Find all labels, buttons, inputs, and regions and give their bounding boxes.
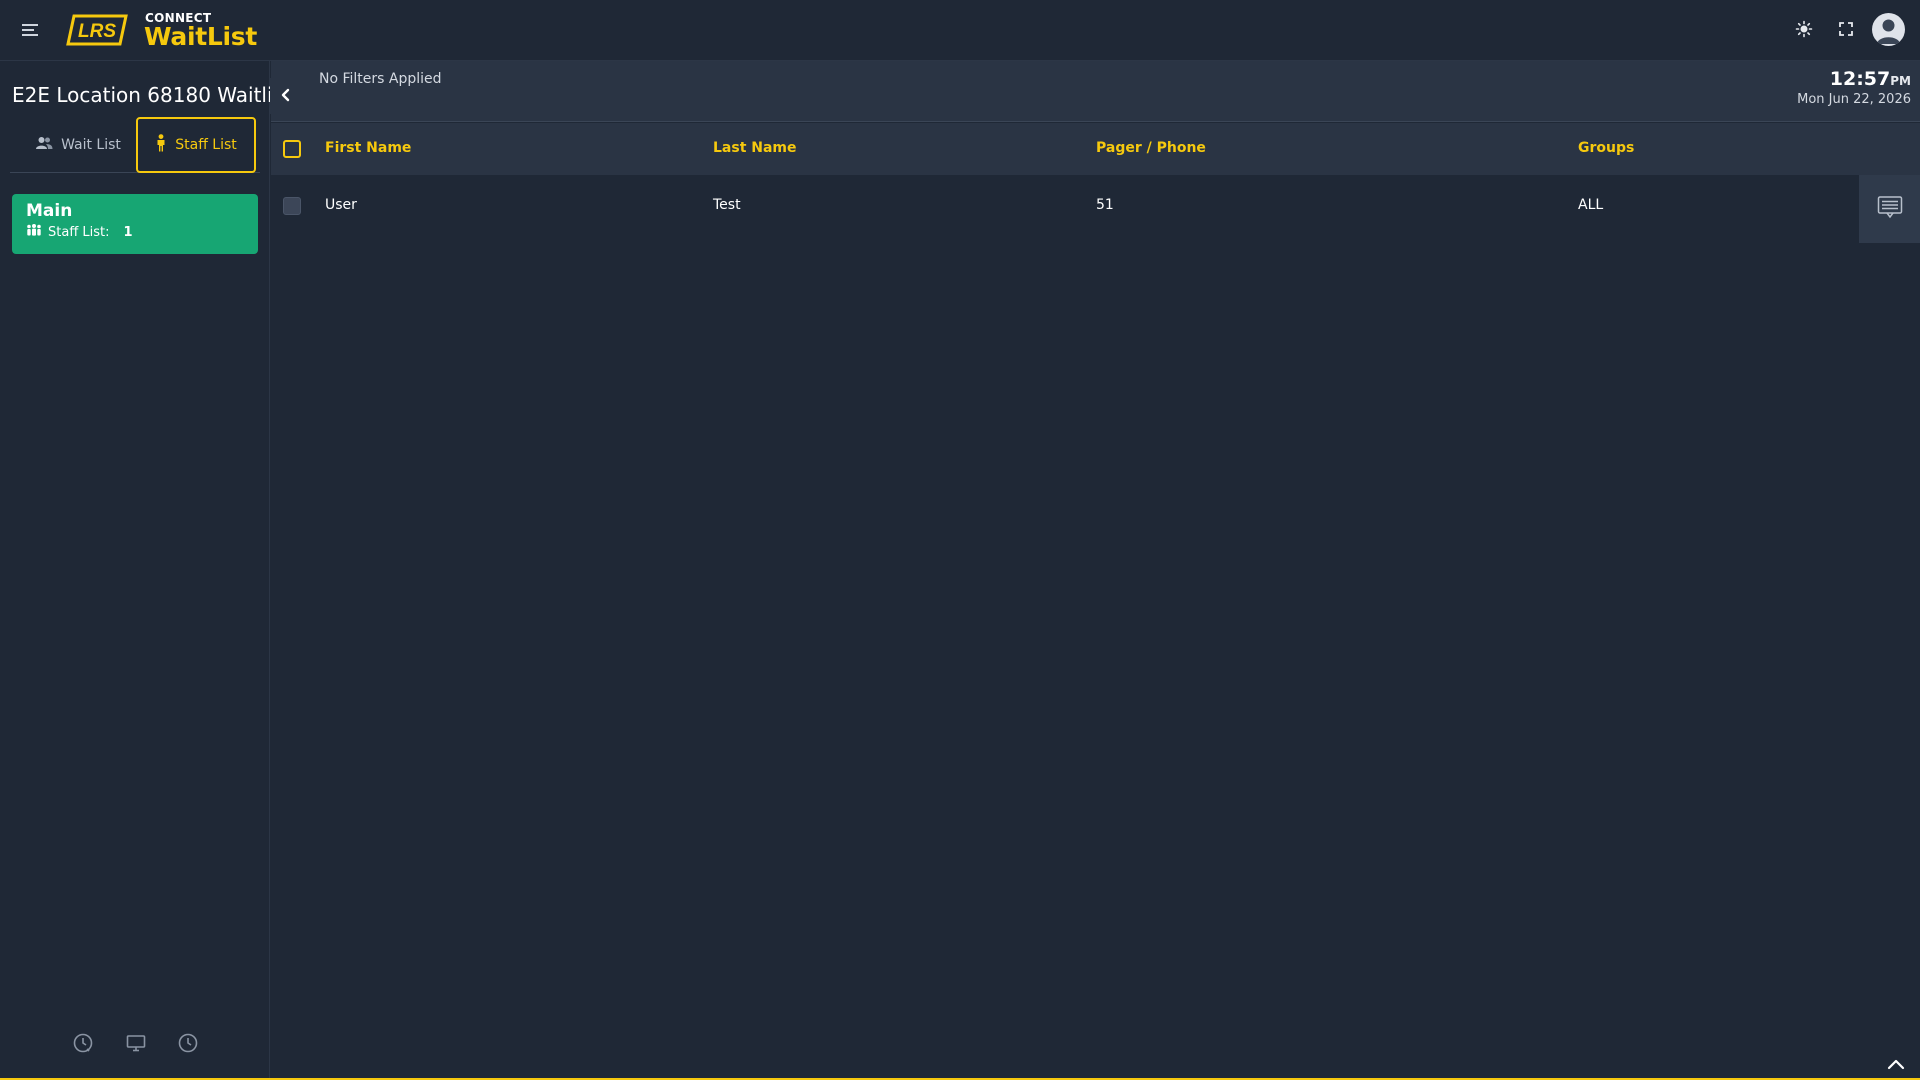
tab-wait-list[interactable]: Wait List (20, 117, 136, 173)
menu-icon[interactable] (20, 20, 40, 40)
staff-person-icon (155, 134, 167, 156)
filter-bar: No Filters Applied 12:57PM Mon Jun 22, 2… (271, 61, 1920, 122)
row-checkbox[interactable] (283, 197, 301, 215)
brightness-icon[interactable] (1792, 17, 1816, 41)
sidebar-bottom-toolbar (0, 1031, 270, 1061)
group-meta-label: Staff List: (48, 224, 110, 240)
main-panel: No Filters Applied 12:57PM Mon Jun 22, 2… (271, 61, 1920, 1080)
svg-text:LRS: LRS (78, 21, 116, 42)
clock-date: Mon Jun 22, 2026 (1797, 92, 1911, 107)
table-row[interactable]: User Test 51 ALL (271, 175, 1859, 237)
message-icon (1877, 195, 1903, 223)
people-icon (35, 136, 53, 154)
tab-wait-list-label: Wait List (61, 137, 121, 153)
tab-staff-list[interactable]: Staff List (136, 117, 256, 173)
user-avatar-icon[interactable] (1872, 13, 1905, 46)
tab-staff-list-label: Staff List (175, 137, 237, 153)
cell-pager-phone: 51 (1096, 197, 1114, 213)
brand-waitlist-label: WaitList (144, 22, 258, 51)
row-message-button[interactable] (1859, 175, 1920, 243)
clock: 12:57PM Mon Jun 22, 2026 (1797, 68, 1911, 107)
group-meta: Staff List: 1 (26, 224, 244, 240)
column-header-groups[interactable]: Groups (1578, 140, 1634, 156)
history-icon[interactable] (71, 1031, 95, 1055)
column-header-last-name[interactable]: Last Name (713, 140, 797, 156)
cell-groups: ALL (1578, 197, 1604, 213)
cell-first-name: User (325, 197, 357, 213)
clock-ampm: PM (1890, 74, 1911, 88)
filters-status[interactable]: No Filters Applied (319, 71, 442, 87)
scroll-to-top-button[interactable] (1883, 1057, 1909, 1077)
list-tabs: Wait List Staff List (10, 117, 260, 173)
top-bar: LRS CONNECT WaitList (0, 0, 1920, 61)
group-card-main[interactable]: Main Staff List: 1 (12, 194, 258, 254)
chevron-left-icon (280, 87, 292, 106)
lrs-logo: LRS (66, 14, 128, 46)
clock-time: 12:57 (1829, 68, 1891, 90)
column-header-first-name[interactable]: First Name (325, 140, 411, 156)
sidebar: E2E Location 68180 Waitlist Wait List St… (0, 61, 291, 1080)
cell-last-name: Test (713, 197, 741, 213)
select-all-checkbox[interactable] (283, 140, 301, 158)
group-name: Main (26, 201, 73, 221)
monitor-icon[interactable] (124, 1031, 148, 1055)
table-header: First Name Last Name Pager / Phone Group… (271, 123, 1920, 175)
fullscreen-icon[interactable] (1834, 17, 1858, 41)
chevron-up-icon (1885, 1057, 1907, 1077)
location-title: E2E Location 68180 Waitlist (12, 83, 291, 107)
group-staff-icon (26, 224, 42, 240)
collapse-sidebar-button[interactable] (270, 78, 302, 114)
clock-icon[interactable] (176, 1031, 200, 1055)
group-staff-count: 1 (123, 224, 133, 240)
column-header-pager-phone[interactable]: Pager / Phone (1096, 140, 1206, 156)
